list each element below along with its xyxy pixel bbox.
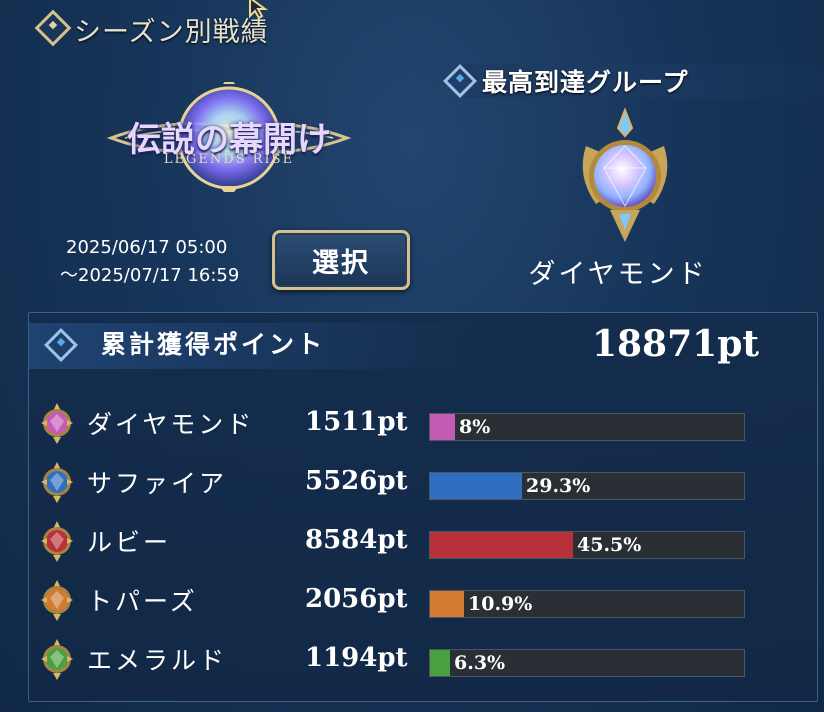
season-end-date: 〜2025/07/17 16:59	[60, 265, 240, 286]
points-share-fill	[430, 532, 573, 558]
top-group-title: 最高到達グループ	[482, 68, 689, 97]
points-share-label: 10.9%	[468, 593, 533, 615]
season-period: 2025/06/17 05:00 〜2025/07/17 16:59	[60, 234, 270, 290]
top-group-name: ダイヤモンド	[528, 259, 708, 290]
points-panel: 累計獲得ポイント 18871pt ダイヤモンド 1511pt 8% サファイア 5526…	[28, 312, 818, 702]
gem-name: トパーズ	[87, 587, 198, 616]
points-share-label: 6.3%	[454, 652, 506, 674]
points-share-label: 29.3%	[526, 475, 591, 497]
gem-points: 1511pt	[305, 407, 408, 437]
gem-points-row: ダイヤモンド 1511pt 8%	[29, 401, 817, 451]
diamond-rank-emblem-icon	[582, 107, 668, 242]
points-share-bar: 6.3%	[429, 649, 745, 677]
gem-points-row: サファイア 5526pt 29.3%	[29, 460, 817, 510]
points-share-bar: 45.5%	[429, 531, 745, 559]
page-title: シーズン別戦績	[74, 17, 269, 48]
gem-name: サファイア	[87, 469, 228, 498]
emerald-gem-icon	[41, 639, 73, 680]
points-title: 累計獲得ポイント	[101, 330, 326, 359]
points-share-label: 45.5%	[577, 534, 642, 556]
gem-points: 5526pt	[305, 466, 408, 496]
gem-name: ダイヤモンド	[87, 410, 255, 439]
gem-points-row: トパーズ 2056pt 10.9%	[29, 578, 817, 628]
ruby-gem-icon	[41, 521, 73, 562]
season-record-header: シーズン別戦績	[0, 0, 824, 50]
points-share-label: 8%	[459, 416, 491, 438]
gem-points: 2056pt	[305, 584, 408, 614]
gem-points: 8584pt	[305, 525, 408, 555]
season-logo-subtitle: LEGENDS RISE	[163, 152, 295, 167]
points-share-bar: 8%	[429, 413, 745, 441]
points-share-fill	[430, 414, 455, 440]
points-share-fill	[430, 591, 464, 617]
points-share-fill	[430, 650, 450, 676]
gem-points-row: エメラルド 1194pt 6.3%	[29, 637, 817, 687]
diamond-bullet-icon	[34, 9, 72, 47]
total-points: 18871pt	[591, 323, 759, 365]
season-logo: 伝説の幕開け LEGENDS RISE	[105, 82, 353, 192]
season-start-date: 2025/06/17 05:00	[66, 237, 228, 258]
points-share-fill	[430, 473, 522, 499]
gem-points: 1194pt	[305, 643, 408, 673]
points-share-bar: 29.3%	[429, 472, 745, 500]
cursor-icon	[249, 0, 269, 20]
sapphire-gem-icon	[41, 462, 73, 503]
diamond-gem-icon	[41, 403, 73, 444]
gem-name: ルビー	[87, 528, 172, 557]
gem-name: エメラルド	[87, 646, 228, 675]
select-season-button[interactable]: 選択	[272, 230, 410, 290]
gem-points-row: ルビー 8584pt 45.5%	[29, 519, 817, 569]
top-group-header: 最高到達グループ	[440, 58, 824, 98]
points-share-bar: 10.9%	[429, 590, 745, 618]
topaz-gem-icon	[41, 580, 73, 621]
